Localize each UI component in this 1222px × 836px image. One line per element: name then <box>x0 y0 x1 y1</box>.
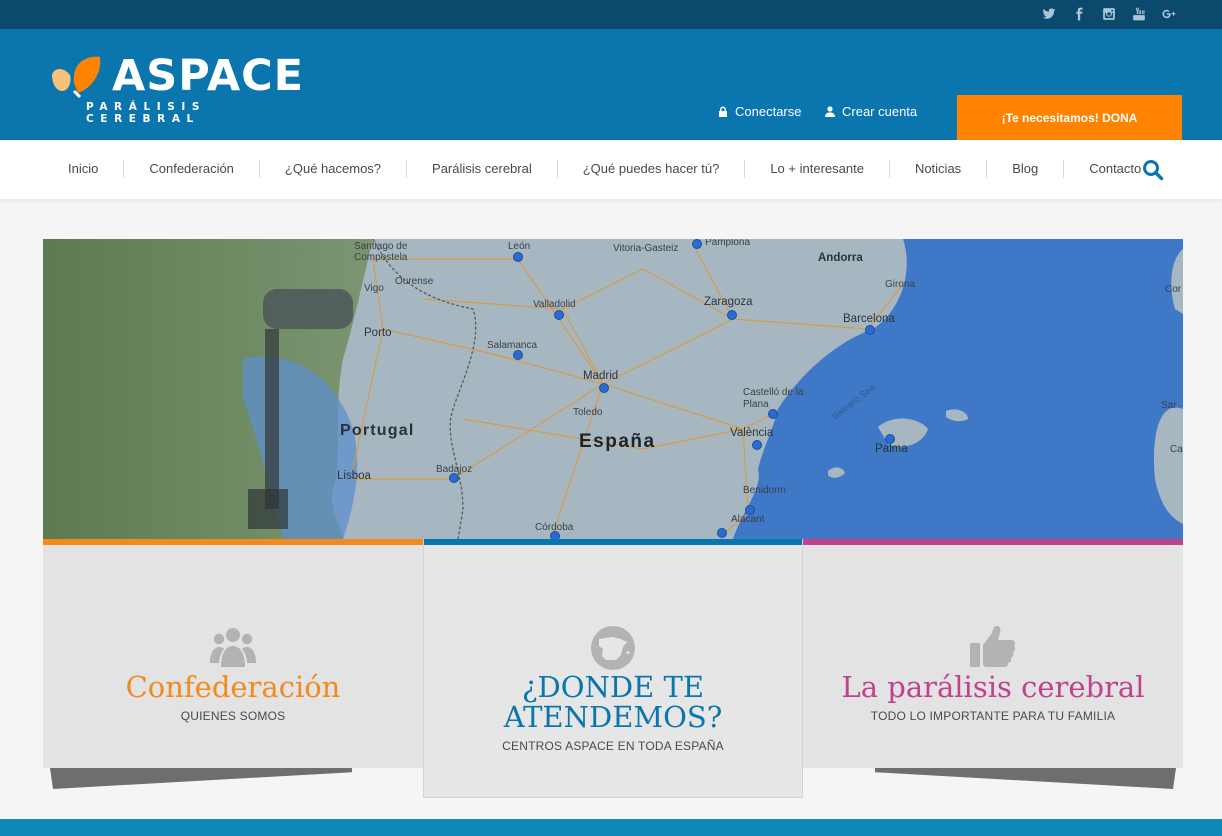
nav-item-confederacion[interactable]: Confederación <box>123 160 259 178</box>
site-logo[interactable]: ASPACE PARÁLISIS CEREBRAL <box>50 51 310 125</box>
center-marker-alacant[interactable] <box>717 528 727 538</box>
map-label-spain: España <box>579 431 656 452</box>
register-label: Crear cuenta <box>842 104 918 119</box>
google-plus-icon[interactable] <box>1159 5 1178 23</box>
map-label-valencia: València <box>730 427 774 439</box>
map-label-cor: Cor <box>1165 284 1182 295</box>
center-marker-barcelona[interactable] <box>865 325 875 335</box>
card-subtitle: TODO LO IMPORTANTE PARA TU FAMILIA <box>870 709 1116 723</box>
map-label-zaragoza: Zaragoza <box>704 296 753 308</box>
youtube-icon[interactable] <box>1129 5 1148 23</box>
site-header: ASPACE PARÁLISIS CEREBRAL Conectarse Cre… <box>0 29 1222 140</box>
logo-name: ASPACE <box>112 51 305 101</box>
logo-tagline: PARÁLISIS CEREBRAL <box>86 101 207 125</box>
centers-map-banner[interactable]: Portugal España Andorra Balearic Sea San… <box>43 239 1183 539</box>
users-icon <box>210 628 256 667</box>
nav-item-inicio[interactable]: Inicio <box>43 160 123 178</box>
map-label-benidorm: Benidorm <box>743 485 786 496</box>
search-icon[interactable] <box>1142 159 1164 181</box>
map-label-santiago: Santiago de Compostela <box>354 241 408 263</box>
lock-icon <box>719 106 727 117</box>
map-label-porto: Porto <box>364 327 392 339</box>
map-label-salamanca: Salamanca <box>487 340 538 351</box>
map-background <box>43 239 1183 539</box>
center-marker-palma[interactable] <box>885 434 895 444</box>
map-label-palma: Palma <box>875 443 908 455</box>
footer-bar <box>0 819 1222 836</box>
card-subtitle: CENTROS ASPACE EN TODA ESPAÑA <box>502 739 724 753</box>
map-label-sar: Sar <box>1161 400 1177 411</box>
center-marker-valladolid[interactable] <box>554 310 564 320</box>
center-marker-leon[interactable] <box>513 252 523 262</box>
map-label-barcelona: Barcelona <box>843 313 895 325</box>
card-accent-bar <box>43 539 423 545</box>
top-bar <box>0 0 1222 29</box>
card-title: La parálisis cerebral <box>841 670 1145 704</box>
card-shadow-left <box>50 768 352 789</box>
map-label-madrid: Madrid <box>583 370 619 382</box>
card-shadow-right <box>875 768 1176 789</box>
map-label-pamplona: Pamplona <box>705 239 751 248</box>
thumbs-up-icon <box>970 626 1016 667</box>
center-marker-castellon[interactable] <box>768 409 778 419</box>
card-confederacion[interactable]: Confederación QUIENES SOMOS <box>43 539 423 768</box>
login-link[interactable]: Conectarse <box>718 104 801 119</box>
nav-item-blog[interactable]: Blog <box>986 160 1063 178</box>
spain-map-icon <box>591 626 635 670</box>
map-label-vigo: Vigo <box>364 283 384 294</box>
map-label-leon: León <box>508 241 531 252</box>
card-title: Confederación <box>125 670 341 704</box>
nav-item-que-hacemos[interactable]: ¿Qué hacemos? <box>258 160 406 178</box>
card-title: ¿DONDE TE ATENDEMOS? <box>503 670 723 734</box>
center-marker-zaragoza[interactable] <box>727 310 737 320</box>
map-label-lisboa: Lisboa <box>337 470 371 482</box>
card-accent-bar <box>424 539 802 545</box>
main-nav: Inicio Confederación ¿Qué hacemos? Parál… <box>0 140 1222 199</box>
map-label-ourense: Ourense <box>395 276 434 287</box>
map-label-toledo: Toledo <box>573 407 603 418</box>
map-label-castellon: Castelló de la Plana <box>743 387 804 410</box>
instagram-icon[interactable] <box>1099 5 1118 23</box>
center-marker-pamplona[interactable] <box>692 239 702 249</box>
map-label-ca: Ca <box>1170 444 1183 455</box>
login-label: Conectarse <box>735 104 802 119</box>
center-marker-valencia[interactable] <box>752 440 762 450</box>
map-label-andorra: Andorra <box>818 252 863 264</box>
map-label-vitoria: Vitoria-Gasteiz <box>613 243 679 254</box>
card-donde-te-atendemos[interactable]: ¿DONDE TE ATENDEMOS? CENTROS ASPACE EN T… <box>423 539 803 798</box>
card-paralisis-cerebral[interactable]: La parálisis cerebral TODO LO IMPORTANTE… <box>803 539 1183 768</box>
center-marker-cordoba[interactable] <box>550 531 560 539</box>
nav-item-que-puedes-hacer[interactable]: ¿Qué puedes hacer tú? <box>556 160 745 178</box>
user-icon <box>825 106 835 117</box>
center-marker-madrid[interactable] <box>599 383 609 393</box>
map-label-alacant: Alacant <box>731 514 765 525</box>
nav-item-paralisis-cerebral[interactable]: Parálisis cerebral <box>406 160 557 178</box>
center-marker-salamanca[interactable] <box>513 350 523 360</box>
card-subtitle: QUIENES SOMOS <box>180 709 286 723</box>
map-label-valladolid: Valladolid <box>533 299 576 310</box>
card-accent-bar <box>803 539 1183 545</box>
map-label-girona: Girona <box>885 279 916 290</box>
nav-item-noticias[interactable]: Noticias <box>888 160 986 178</box>
donate-button[interactable]: ¡Te necesitamos! DONA <box>957 95 1182 140</box>
register-link[interactable]: Crear cuenta <box>825 104 917 119</box>
butterfly-logo-icon <box>52 56 101 99</box>
center-marker-benidorm[interactable] <box>745 505 755 515</box>
social-links <box>1039 5 1178 23</box>
center-marker-badajoz[interactable] <box>449 473 459 483</box>
map-label-portugal: Portugal <box>340 422 415 439</box>
twitter-icon[interactable] <box>1039 5 1058 23</box>
facebook-icon[interactable] <box>1069 5 1088 23</box>
nav-item-lo-mas-interesante[interactable]: Lo + interesante <box>744 160 889 178</box>
